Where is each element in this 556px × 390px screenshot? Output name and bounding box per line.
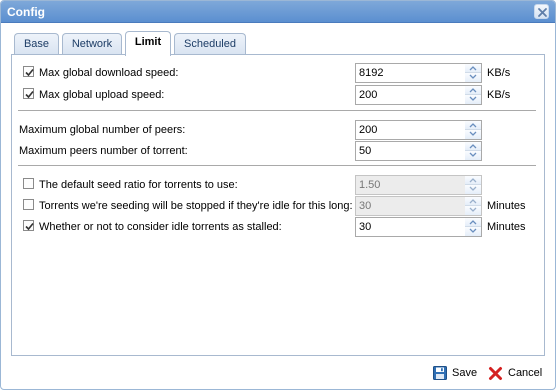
global-peers-label: Maximum global number of peers: xyxy=(19,124,186,136)
idle-stalled-input[interactable] xyxy=(356,218,466,236)
window-title: Config xyxy=(7,5,45,19)
tab-label: Limit xyxy=(134,36,162,48)
cancel-label: Cancel xyxy=(508,367,543,379)
spin-buttons xyxy=(465,197,481,215)
spin-buttons xyxy=(465,218,481,236)
chevron-up-icon xyxy=(469,66,477,71)
spin-up-button[interactable] xyxy=(465,218,481,227)
chevron-down-icon xyxy=(469,152,477,157)
tab-label: Base xyxy=(23,38,50,50)
seed-ratio-row: The default seed ratio for torrents to u… xyxy=(12,175,542,195)
torrent-peers-input[interactable] xyxy=(356,142,466,160)
spin-buttons xyxy=(465,64,481,82)
spin-down-button[interactable] xyxy=(465,73,481,82)
tab-label: Network xyxy=(71,38,113,50)
torrent-peers-row: Maximum peers number of torrent: xyxy=(12,141,542,161)
upload-speed-input[interactable] xyxy=(356,86,466,104)
checkmark-icon xyxy=(25,68,34,77)
spin-down-button[interactable] xyxy=(465,151,481,160)
save-button[interactable]: Save xyxy=(433,363,477,383)
spin-buttons xyxy=(465,86,481,104)
download-speed-label: Max global download speed: xyxy=(39,67,179,79)
title-bar: Config xyxy=(1,1,555,23)
checkmark-icon xyxy=(25,90,34,99)
global-peers-input[interactable] xyxy=(356,121,466,139)
upload-speed-spinner xyxy=(355,85,482,105)
tab-strip: Base Network Limit Scheduled xyxy=(11,31,545,56)
checkmark-icon xyxy=(25,222,34,231)
upload-speed-label: Max global upload speed: xyxy=(39,89,165,101)
idle-stalled-row: Whether or not to consider idle torrents… xyxy=(12,217,542,237)
spin-up-button[interactable] xyxy=(465,121,481,130)
global-peers-spinner xyxy=(355,120,482,140)
spin-buttons xyxy=(465,176,481,194)
tab-network[interactable]: Network xyxy=(62,33,122,55)
close-button[interactable] xyxy=(534,4,549,19)
chevron-down-icon xyxy=(469,207,477,212)
chevron-down-icon xyxy=(469,228,477,233)
upload-speed-row: Max global upload speed: KB/s xyxy=(12,85,542,105)
seed-ratio-checkbox[interactable] xyxy=(23,178,34,189)
tab-limit[interactable]: Limit xyxy=(125,31,171,56)
save-label: Save xyxy=(452,367,478,379)
save-icon xyxy=(433,366,447,380)
torrent-peers-spinner xyxy=(355,141,482,161)
spin-up-button[interactable] xyxy=(465,197,481,206)
close-icon xyxy=(538,8,547,17)
spin-buttons xyxy=(465,142,481,160)
cancel-icon xyxy=(489,366,502,380)
idle-stop-label: Torrents we're seeding will be stopped i… xyxy=(39,200,353,212)
spin-down-button[interactable] xyxy=(465,227,481,236)
spin-down-button[interactable] xyxy=(465,130,481,139)
chevron-up-icon xyxy=(469,199,477,204)
idle-stop-input[interactable] xyxy=(356,197,466,215)
idle-stop-unit: Minutes xyxy=(487,200,526,212)
tab-scheduled[interactable]: Scheduled xyxy=(174,33,246,55)
chevron-up-icon xyxy=(469,178,477,183)
upload-speed-unit: KB/s xyxy=(487,89,511,101)
download-speed-checkbox[interactable] xyxy=(23,66,34,77)
spin-up-button[interactable] xyxy=(465,142,481,151)
idle-stalled-label: Whether or not to consider idle torrents… xyxy=(39,221,282,233)
download-speed-row: Max global download speed: KB/s xyxy=(12,63,542,83)
seed-ratio-label: The default seed ratio for torrents to u… xyxy=(39,179,238,191)
chevron-up-icon xyxy=(469,144,477,149)
chevron-down-icon xyxy=(469,131,477,136)
chevron-down-icon xyxy=(469,186,477,191)
tab-panel: Base Network Limit Scheduled Max global … xyxy=(11,31,545,356)
chevron-up-icon xyxy=(469,123,477,128)
chevron-down-icon xyxy=(469,74,477,79)
idle-stop-row: Torrents we're seeding will be stopped i… xyxy=(12,196,542,216)
spin-down-button[interactable] xyxy=(465,206,481,215)
divider xyxy=(18,110,536,111)
divider xyxy=(18,165,536,166)
download-speed-input[interactable] xyxy=(356,64,466,82)
upload-speed-checkbox[interactable] xyxy=(23,88,34,99)
chevron-up-icon xyxy=(469,88,477,93)
seed-ratio-spinner xyxy=(355,175,482,195)
idle-stalled-checkbox[interactable] xyxy=(23,220,34,231)
download-speed-unit: KB/s xyxy=(487,67,511,79)
idle-stop-checkbox[interactable] xyxy=(23,199,34,210)
idle-stop-spinner xyxy=(355,196,482,216)
spin-up-button[interactable] xyxy=(465,176,481,185)
spin-up-button[interactable] xyxy=(465,86,481,95)
torrent-peers-label: Maximum peers number of torrent: xyxy=(19,145,188,157)
cancel-button[interactable]: Cancel xyxy=(488,363,542,383)
spin-buttons xyxy=(465,121,481,139)
config-dialog: Config Base Network Limit Scheduled Max … xyxy=(0,0,556,390)
global-peers-row: Maximum global number of peers: xyxy=(12,120,542,140)
chevron-down-icon xyxy=(469,96,477,101)
tab-base[interactable]: Base xyxy=(14,33,59,55)
idle-stalled-spinner xyxy=(355,217,482,237)
tab-label: Scheduled xyxy=(184,38,236,50)
idle-stalled-unit: Minutes xyxy=(487,221,526,233)
spin-down-button[interactable] xyxy=(465,95,481,104)
limit-tab-content: Max global download speed: KB/s Max glob… xyxy=(11,54,545,356)
seed-ratio-input[interactable] xyxy=(356,176,466,194)
download-speed-spinner xyxy=(355,63,482,83)
spin-up-button[interactable] xyxy=(465,64,481,73)
chevron-up-icon xyxy=(469,220,477,225)
spin-down-button[interactable] xyxy=(465,185,481,194)
